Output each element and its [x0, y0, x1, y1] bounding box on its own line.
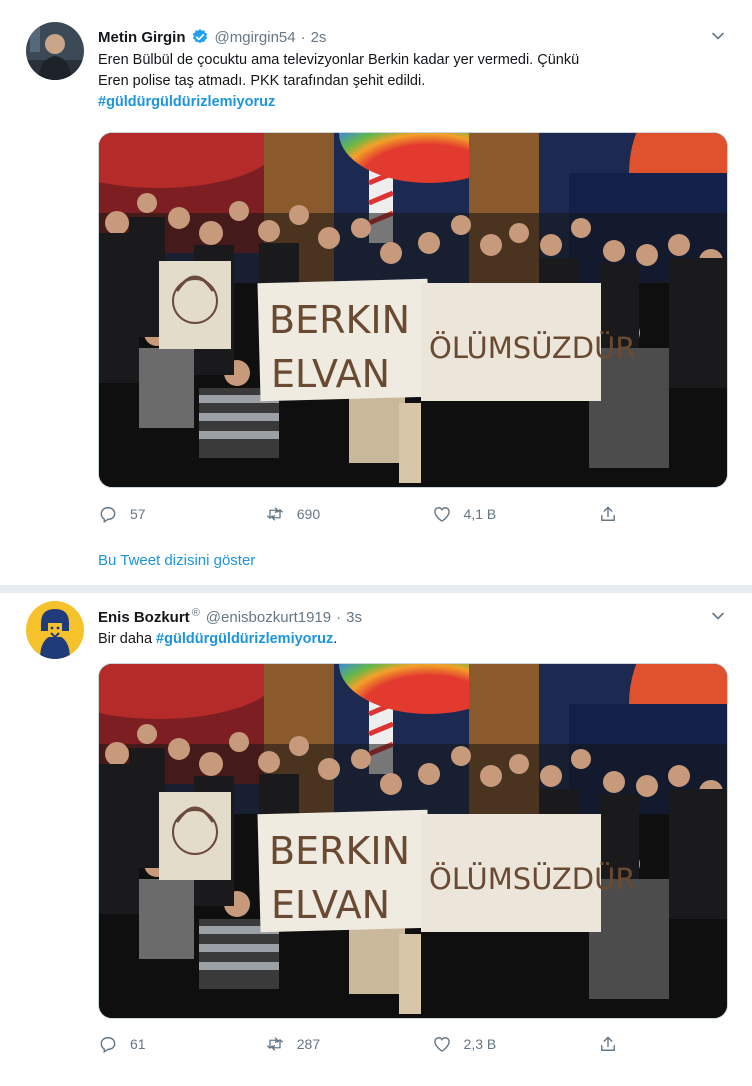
author-handle[interactable]: @enisbozkurt1919	[206, 609, 331, 626]
retweet-icon	[266, 1037, 283, 1051]
tweet-text-prefix: Bir daha	[98, 631, 157, 647]
caret-down-icon[interactable]	[710, 608, 726, 624]
show-thread-link[interactable]: Bu Tweet dizisini göster	[98, 552, 255, 569]
share-icon	[601, 506, 616, 521]
separator-dot: ·	[336, 608, 342, 626]
like-button[interactable]: 2,3 B	[432, 1034, 599, 1054]
like-icon	[433, 1037, 450, 1052]
tweet-text: Eren Bülbül de çocuktu ama televizyonlar…	[98, 50, 728, 113]
retweet-count: 690	[296, 506, 321, 522]
tweet-text-suffix: .	[333, 631, 338, 647]
registered-badge: ®	[191, 607, 200, 619]
tweet-text-line: Eren polise taş atmadı. PKK tarafından ş…	[98, 73, 426, 89]
hashtag-link[interactable]: #güldürgüldürizlemiyoruz	[156, 631, 333, 647]
tweet-text-line: Eren Bülbül de çocuktu ama televizyonlar…	[98, 52, 580, 68]
reply-button[interactable]: 57	[98, 504, 265, 524]
divider	[0, 585, 752, 593]
tweet-media[interactable]: BERKIN ELVAN ÖLÜMSÜZDÜR	[98, 132, 728, 488]
media-photo: BERKIN ELVAN ÖLÜMSÜZDÜR	[99, 664, 727, 1018]
retweet-button[interactable]: 690	[265, 504, 432, 524]
hashtag-link[interactable]: #güldürgüldürizlemiyoruz	[98, 94, 275, 110]
share-button[interactable]	[598, 504, 638, 524]
sign-word: ELVAN	[271, 883, 390, 927]
avatar-image	[26, 22, 84, 80]
tweet-text: Bir daha #güldürgüldürizlemiyoruz.	[98, 629, 728, 650]
reply-icon	[100, 1037, 116, 1054]
tweet-actions: 61 287 2,3 B	[98, 1032, 638, 1056]
sign-word: ELVAN	[271, 352, 390, 396]
avatar[interactable]	[26, 22, 84, 80]
avatar-image	[26, 601, 84, 659]
sign-word: ÖLÜMSÜZDÜR	[429, 862, 635, 896]
author-handle[interactable]: @mgirgin54	[215, 29, 296, 46]
like-button[interactable]: 4,1 B	[432, 504, 599, 524]
tweet-header: Metin Girgin @mgirgin54 · 2s	[98, 26, 326, 48]
sign-word: ÖLÜMSÜZDÜR	[429, 331, 635, 365]
like-count: 2,3 B	[463, 1036, 497, 1052]
retweet-icon	[266, 507, 283, 521]
verified-icon	[192, 29, 207, 44]
timestamp[interactable]: 3s	[346, 609, 362, 626]
share-icon	[601, 1036, 616, 1051]
reply-count: 61	[130, 1036, 146, 1052]
separator-dot: ·	[300, 28, 306, 46]
reply-icon	[100, 507, 116, 524]
share-button[interactable]	[598, 1034, 638, 1054]
timestamp[interactable]: 2s	[311, 29, 327, 46]
tweet-header: Enis Bozkurt ® @enisbozkurt1919 · 3s	[98, 606, 362, 628]
avatar[interactable]	[26, 601, 84, 659]
thread-link-row: Bu Tweet dizisini göster	[0, 530, 752, 585]
media-photo: BERKIN ELVAN ÖLÜMSÜZDÜR	[99, 133, 727, 487]
tweet-actions: 57 690 4,1 B	[98, 502, 638, 526]
like-count: 4,1 B	[463, 506, 497, 522]
reply-count: 57	[130, 506, 146, 522]
tweet-card[interactable]: Enis Bozkurt ® @enisbozkurt1919 · 3s Bir…	[0, 593, 752, 1086]
tweet-media[interactable]: BERKIN ELVAN ÖLÜMSÜZDÜR	[98, 663, 728, 1019]
retweet-button[interactable]: 287	[265, 1034, 432, 1054]
tweet-card[interactable]: Metin Girgin @mgirgin54 · 2s Eren Bülbül…	[0, 0, 752, 530]
retweet-count: 287	[296, 1036, 321, 1052]
reply-button[interactable]: 61	[98, 1034, 265, 1054]
like-icon	[433, 507, 450, 522]
sign-word: BERKIN	[269, 298, 410, 342]
author-name[interactable]: Enis Bozkurt	[98, 609, 190, 626]
author-name[interactable]: Metin Girgin	[98, 29, 186, 46]
sign-word: BERKIN	[269, 829, 410, 873]
caret-down-icon[interactable]	[710, 28, 726, 44]
